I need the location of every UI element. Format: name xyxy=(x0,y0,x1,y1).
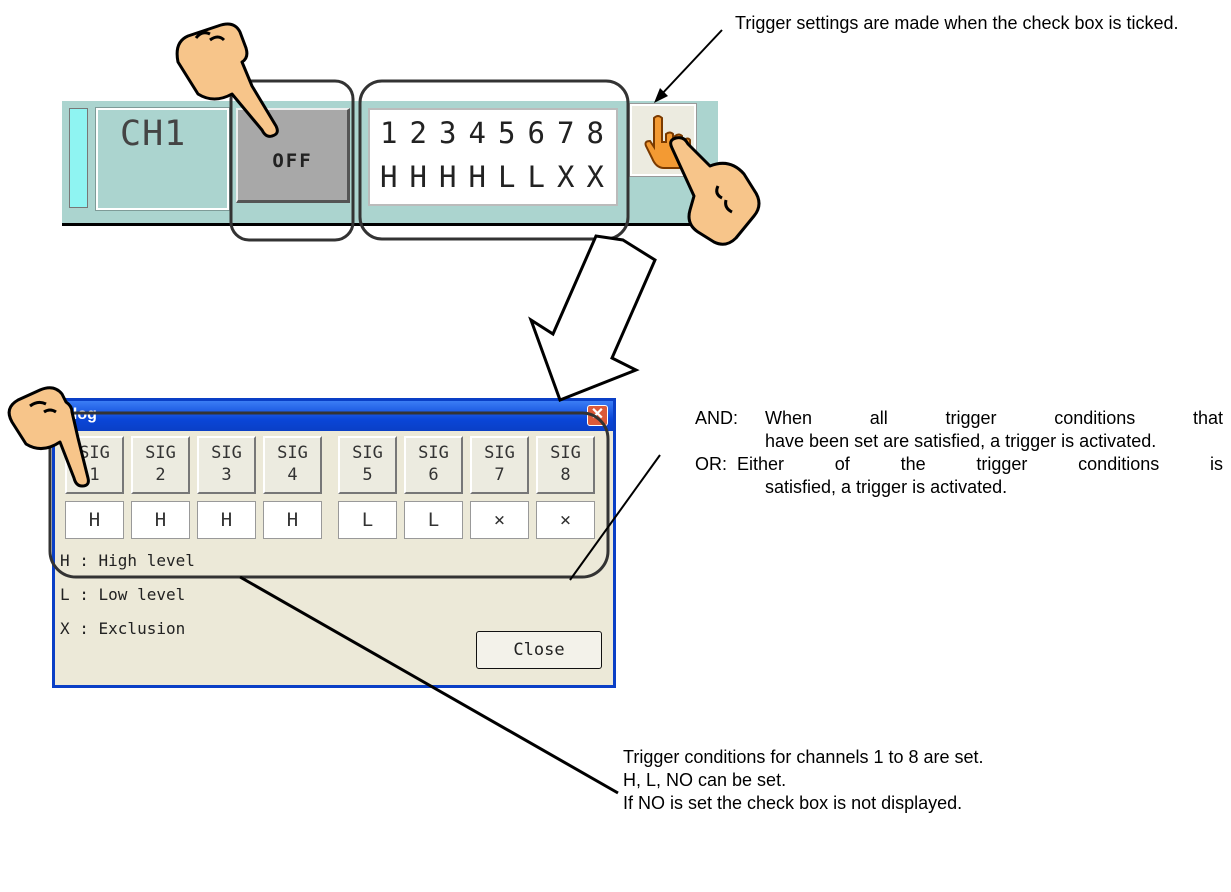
dialog-signals-highlight xyxy=(48,411,610,579)
leader-line-and-or xyxy=(569,454,661,581)
hollow-arrow-icon xyxy=(528,234,657,402)
leader-line-conditions xyxy=(239,575,619,795)
callout-overlay xyxy=(7,22,761,795)
pointing-hand-icon xyxy=(669,136,761,246)
signal-panel-highlight xyxy=(358,79,630,241)
checkbox-arrow-line xyxy=(659,29,723,97)
